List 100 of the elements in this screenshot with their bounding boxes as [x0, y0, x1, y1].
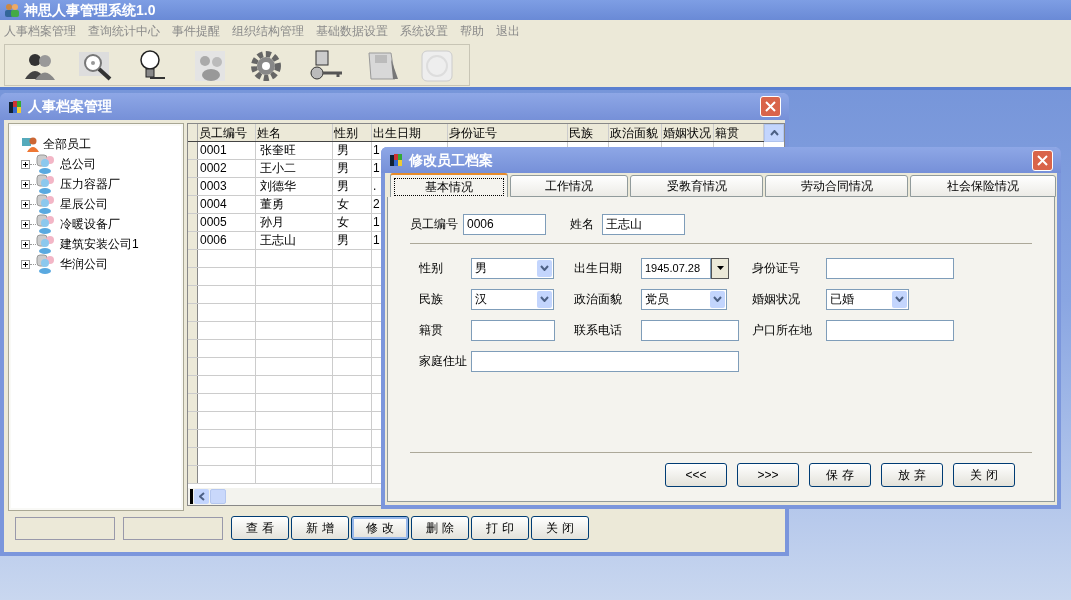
search-icon[interactable]: [78, 49, 114, 83]
button[interactable]: 删 除: [411, 516, 469, 540]
tree-item[interactable]: 华润公司: [60, 255, 108, 273]
chevron-icon: [198, 492, 205, 501]
expander-icon[interactable]: [21, 179, 30, 189]
input-field[interactable]: [471, 350, 739, 372]
people-group-icon[interactable]: [193, 49, 227, 83]
button[interactable]: 修 改: [351, 516, 409, 540]
button[interactable]: 新 增: [291, 516, 349, 540]
column-header[interactable]: 姓名: [256, 124, 333, 141]
table-cell: 0002: [198, 160, 256, 177]
column-header[interactable]: 性别: [333, 124, 372, 141]
date-picker-button[interactable]: [711, 257, 729, 279]
window-icon: [389, 152, 405, 168]
table-cell: 0004: [198, 196, 256, 213]
close-button[interactable]: [760, 96, 781, 117]
window-title: 人事档案管理: [28, 97, 112, 116]
chevron-icon: [895, 296, 904, 302]
tree-item[interactable]: 冷暖设备厂: [60, 215, 120, 233]
caret-icon: [716, 266, 724, 270]
table-cell: 0001: [198, 142, 256, 159]
input-field[interactable]: 王志山: [602, 213, 685, 235]
column-header[interactable]: 婚姻状况: [662, 124, 714, 141]
scroll-up-button[interactable]: [764, 124, 784, 142]
button[interactable]: 关 闭: [953, 463, 1015, 487]
row-header[interactable]: [188, 340, 198, 357]
button[interactable]: 打 印: [471, 516, 529, 540]
column-header[interactable]: 政治面貌: [609, 124, 662, 141]
expander-icon[interactable]: [21, 239, 30, 249]
button[interactable]: 保 存: [809, 463, 871, 487]
row-header[interactable]: [188, 268, 198, 285]
column-header[interactable]: 民族: [568, 124, 609, 141]
scroll-thumb[interactable]: [210, 489, 226, 504]
table-cell: 女: [333, 214, 372, 231]
field-label: 姓名: [570, 216, 594, 233]
date-field[interactable]: 1945.07.28: [641, 257, 711, 279]
button[interactable]: 关 闭: [531, 516, 589, 540]
tab[interactable]: 基本情况: [390, 173, 508, 197]
input-field[interactable]: [641, 319, 739, 341]
close-button[interactable]: [1032, 149, 1053, 171]
chevron-icon: [769, 130, 779, 136]
table-cell: 女: [333, 196, 372, 213]
key-icon[interactable]: [308, 49, 344, 83]
expander-icon[interactable]: [21, 219, 30, 229]
tree-item[interactable]: 全部员工: [43, 135, 91, 153]
row-header[interactable]: [188, 322, 198, 339]
gear-icon[interactable]: [249, 49, 283, 83]
button[interactable]: <<<: [665, 463, 727, 487]
scroll-left-button[interactable]: [194, 489, 209, 504]
row-header[interactable]: [188, 196, 198, 213]
tree-item[interactable]: 压力容器厂: [60, 175, 120, 193]
table-cell: 刘德华: [256, 178, 333, 195]
tree-item[interactable]: 总公司: [60, 155, 96, 173]
button[interactable]: 放 弃: [881, 463, 943, 487]
chevron-icon: [540, 265, 549, 271]
row-header[interactable]: [188, 214, 198, 231]
dropdown[interactable]: 党员: [641, 288, 727, 310]
row-header[interactable]: [188, 142, 198, 159]
row-header[interactable]: [188, 304, 198, 321]
input-field[interactable]: [826, 257, 954, 279]
row-header[interactable]: [188, 448, 198, 465]
expander-icon[interactable]: [21, 159, 30, 169]
tab[interactable]: 社会保险情况: [910, 175, 1056, 197]
table-cell: 男: [333, 160, 372, 177]
button[interactable]: 查 看: [231, 516, 289, 540]
close-icon: [765, 101, 776, 112]
row-header[interactable]: [188, 412, 198, 429]
row-header[interactable]: [188, 430, 198, 447]
column-header[interactable]: 员工编号: [198, 124, 256, 141]
dropdown[interactable]: 汉: [471, 288, 554, 310]
expander-icon[interactable]: [21, 259, 30, 269]
input-field[interactable]: [471, 319, 555, 341]
tree-item[interactable]: 星辰公司: [60, 195, 108, 213]
row-header[interactable]: [188, 286, 198, 303]
tab[interactable]: 劳动合同情况: [765, 175, 908, 197]
row-header[interactable]: [188, 250, 198, 267]
row-header[interactable]: [188, 466, 198, 483]
dropdown[interactable]: 男: [471, 257, 554, 279]
table-cell: 孙月: [256, 214, 333, 231]
tab[interactable]: 受教育情况: [630, 175, 763, 197]
chevron-icon: [540, 296, 549, 302]
tree-item[interactable]: 建筑安装公司1: [60, 235, 139, 253]
field-label: 出生日期: [574, 260, 623, 277]
column-header[interactable]: 出生日期: [372, 124, 448, 141]
input-field[interactable]: 0006: [463, 213, 546, 235]
row-header[interactable]: [188, 232, 198, 249]
button[interactable]: >>>: [737, 463, 799, 487]
dropdown[interactable]: 已婚: [826, 288, 909, 310]
row-header[interactable]: [188, 358, 198, 375]
row-header[interactable]: [188, 394, 198, 411]
table-cell: 男: [333, 142, 372, 159]
field-label: 身份证号: [752, 260, 801, 277]
table-cell: 王志山: [256, 232, 333, 249]
input-field[interactable]: [826, 319, 954, 341]
expander-icon[interactable]: [21, 199, 30, 209]
row-header[interactable]: [188, 376, 198, 393]
row-header[interactable]: [188, 178, 198, 195]
column-header[interactable]: 身份证号: [448, 124, 568, 141]
tab[interactable]: 工作情况: [510, 175, 628, 197]
row-header[interactable]: [188, 160, 198, 177]
